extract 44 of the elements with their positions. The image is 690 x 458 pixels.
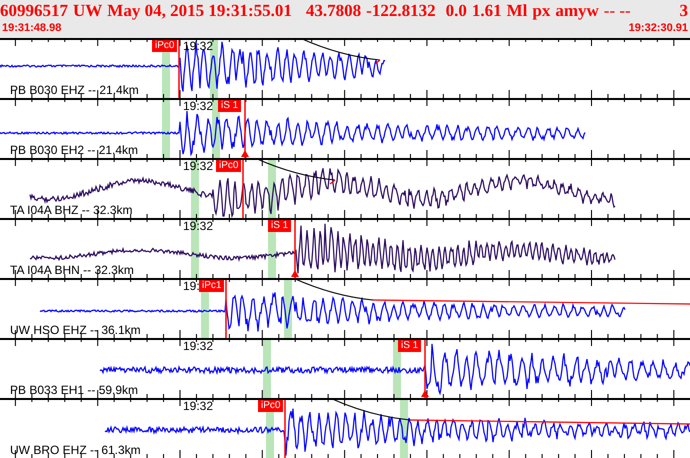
- magnitude-type: Ml: [506, 0, 528, 20]
- pick-label: iPc0: [258, 400, 284, 412]
- triangle-icon: [241, 150, 249, 157]
- event-depth: 0.0: [446, 0, 467, 20]
- pick-window-band: [162, 100, 170, 158]
- triangle-icon: [421, 390, 429, 397]
- station-label: PB B030 EHZ -- 21.4km: [10, 83, 139, 97]
- pick-window-band: [263, 340, 271, 398]
- start-time: 19:31:48.98: [2, 21, 62, 36]
- pick-label: iS 1: [218, 100, 242, 112]
- pick-label: iS 1: [268, 220, 292, 232]
- pick-line: [225, 280, 227, 338]
- event-id: 60996517: [0, 0, 68, 20]
- station-label: TA I04A BHN -- 32.3km: [10, 263, 134, 277]
- pick-label: iS 1: [398, 340, 422, 352]
- pick-label: iPc0: [152, 40, 178, 52]
- time-label: 19:32: [183, 159, 214, 173]
- time-label: 19:: [183, 279, 200, 293]
- station-label: PB B033 EH1 -- 59.9km: [10, 383, 138, 397]
- triangle-icon: [291, 270, 299, 277]
- pick-line: [178, 40, 180, 98]
- event-author: amyw: [555, 0, 599, 20]
- pick-label: iPc0: [216, 160, 242, 172]
- event-latitude: 43.7808: [306, 0, 362, 20]
- pick-line: [242, 160, 244, 218]
- pick-line: [294, 220, 296, 278]
- event-count: 3: [680, 0, 688, 20]
- pick-line: [424, 340, 426, 398]
- pick-line: [284, 400, 286, 458]
- station-label: PB B030 EH2 -- 21.4km: [10, 143, 138, 157]
- end-time: 19:32:30.91: [628, 21, 688, 36]
- station-label: TA I04A BHZ -- 32.3km: [10, 203, 132, 217]
- time-label: 19:32: [183, 399, 214, 413]
- time-label: 19:32: [183, 339, 214, 353]
- event-datetime: May 04, 2015 19:31:55.01: [107, 0, 292, 20]
- event-flags: -- --: [604, 0, 631, 20]
- event-longitude: -122.8132: [366, 0, 436, 20]
- pick-line: [244, 100, 246, 158]
- event-source: px: [532, 0, 550, 20]
- event-magnitude: 1.61: [472, 0, 502, 20]
- pick-label: iPc1: [199, 280, 224, 292]
- event-network: UW: [73, 0, 102, 20]
- time-label: 19:32: [183, 219, 214, 233]
- time-label: 19:32: [183, 99, 214, 113]
